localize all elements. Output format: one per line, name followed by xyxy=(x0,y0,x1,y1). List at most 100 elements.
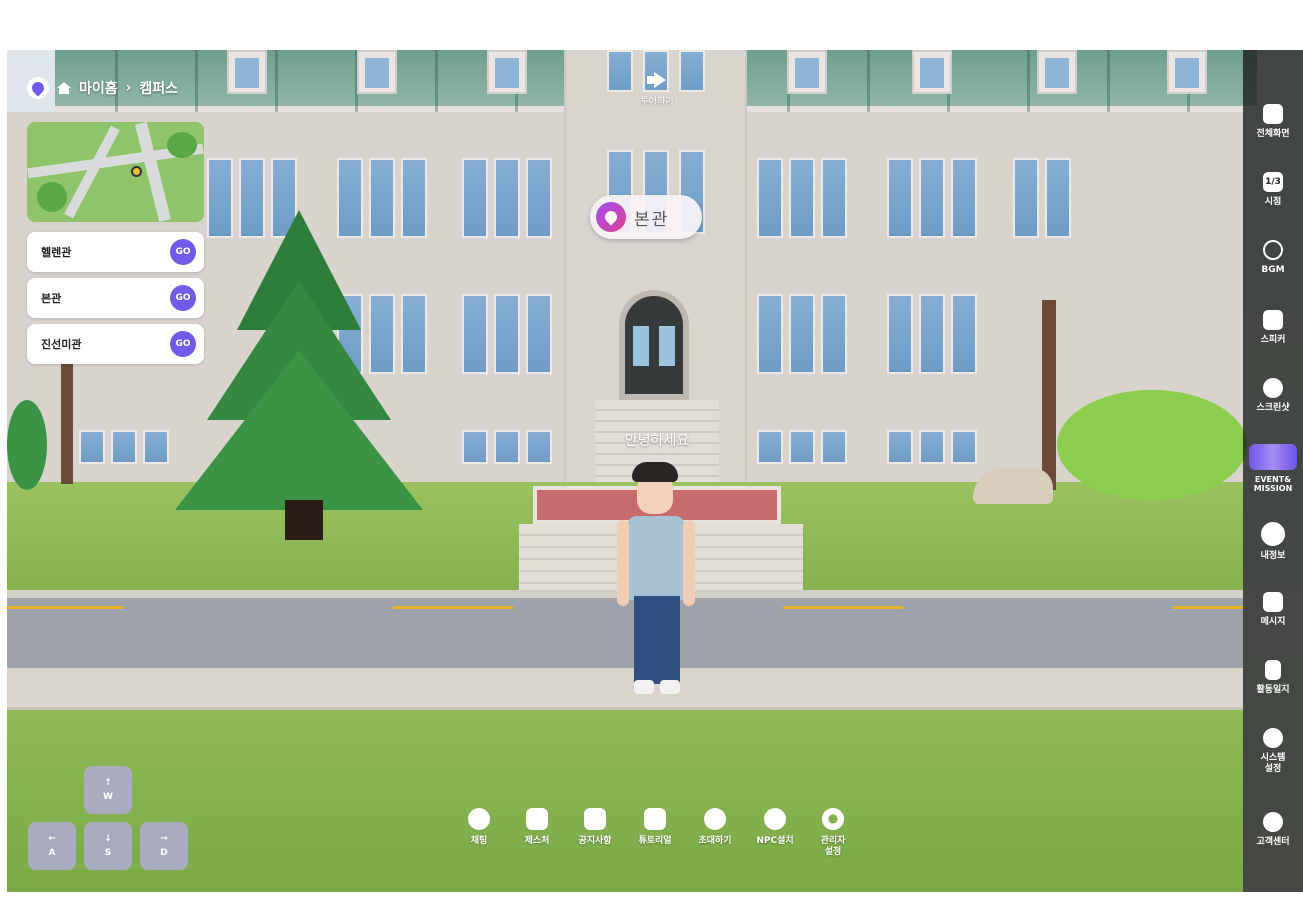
location-pin-icon[interactable] xyxy=(27,77,49,99)
admin-settings-button[interactable]: 관리자 설정 xyxy=(803,808,863,858)
speaker-button[interactable]: 스피커 xyxy=(1243,310,1303,346)
gesture-button[interactable]: 제스처 xyxy=(507,808,567,847)
window xyxy=(494,158,520,238)
road-line xyxy=(783,606,903,609)
customer-center-label: 고객센터 xyxy=(1256,837,1290,847)
go-item-label: 헬렌관 xyxy=(41,246,72,259)
chat-button[interactable]: 채팅 xyxy=(449,808,509,847)
home-icon[interactable] xyxy=(57,82,71,94)
window xyxy=(789,294,815,374)
message-button[interactable]: 메시지 xyxy=(1243,592,1303,628)
key-s[interactable]: ↓ S xyxy=(84,822,132,870)
window xyxy=(789,158,815,238)
key-d[interactable]: → D xyxy=(140,822,188,870)
tree-trunk xyxy=(1042,300,1056,490)
admin-settings-label: 관리자 설정 xyxy=(820,836,846,857)
window xyxy=(887,294,913,374)
window xyxy=(462,430,488,464)
window xyxy=(207,158,233,238)
tutorial-button[interactable]: 튜토리얼 xyxy=(625,808,685,847)
go-button[interactable]: GO xyxy=(170,285,196,311)
invite-icon xyxy=(704,808,726,830)
go-button[interactable]: GO xyxy=(170,331,196,357)
arrow-right-icon: → xyxy=(160,834,168,844)
window xyxy=(462,294,488,374)
go-item-jinseonmi[interactable]: 진선미관 GO xyxy=(27,324,204,364)
arrow-up-icon: ↑ xyxy=(104,778,112,788)
key-label: D xyxy=(160,848,168,858)
bush xyxy=(1057,390,1247,500)
gear-icon xyxy=(1263,728,1283,748)
window xyxy=(757,158,783,238)
activity-log-label: 활동일지 xyxy=(1256,685,1290,695)
dormer xyxy=(912,50,952,94)
avatar-jeans xyxy=(634,596,680,684)
minimap[interactable] xyxy=(27,122,204,222)
rock xyxy=(973,468,1053,504)
right-side-panel: 전체화면 1/3 시점 BGM 스피커 스크린샷 EVENT& MISSION … xyxy=(1243,50,1303,892)
event-mission-button[interactable]: EVENT& MISSION xyxy=(1243,444,1303,493)
npc-install-button[interactable]: NPC설치 xyxy=(745,808,805,847)
gesture-label: 제스처 xyxy=(524,836,550,846)
window xyxy=(526,294,552,374)
system-settings-button[interactable]: 시스템 설정 xyxy=(1243,728,1303,775)
window xyxy=(887,430,913,464)
go-item-helen[interactable]: 헬렌관 GO xyxy=(27,232,204,272)
key-a[interactable]: ← A xyxy=(28,822,76,870)
window xyxy=(111,430,137,464)
avatar-shoe xyxy=(634,680,654,694)
message-icon xyxy=(1263,592,1283,612)
avatar-arm xyxy=(683,520,695,606)
customer-center-button[interactable]: 고객센터 xyxy=(1243,812,1303,848)
notice-button[interactable]: 공지사항 xyxy=(565,808,625,847)
arrow-left-icon: ← xyxy=(48,834,56,844)
key-w[interactable]: ↑ W xyxy=(84,766,132,814)
player-position-marker xyxy=(131,166,142,177)
window xyxy=(1013,158,1039,238)
game-viewport[interactable]: 투어하기 본관 안녕하세요 마이홈 › 캠퍼스 헬렌관 GO 본관 GO 진선미… xyxy=(7,50,1303,892)
road-line xyxy=(1173,606,1243,609)
fullscreen-button[interactable]: 전체화면 xyxy=(1243,104,1303,140)
activity-log-icon xyxy=(1265,660,1281,680)
invite-button[interactable]: 초대하기 xyxy=(685,808,745,847)
go-item-main-hall[interactable]: 본관 GO xyxy=(27,278,204,318)
window xyxy=(821,158,847,238)
avatar-shirt xyxy=(627,516,685,600)
customer-center-icon xyxy=(1263,812,1283,832)
profile-button[interactable]: 내정보 xyxy=(1243,522,1303,562)
camera-view-button[interactable]: 1/3 시점 xyxy=(1243,172,1303,208)
window xyxy=(462,158,488,238)
avatar-hair xyxy=(632,462,678,482)
window xyxy=(401,158,427,238)
window xyxy=(919,158,945,238)
window xyxy=(369,158,395,238)
pine-tree xyxy=(175,350,423,510)
breadcrumb: 마이홈 › 캠퍼스 xyxy=(27,76,178,100)
entrance-door xyxy=(619,290,689,400)
npc-install-icon xyxy=(764,808,786,830)
go-button[interactable]: GO xyxy=(170,239,196,265)
window xyxy=(1045,158,1071,238)
activity-log-button[interactable]: 활동일지 xyxy=(1243,660,1303,696)
window xyxy=(757,294,783,374)
tutorial-label: 튜토리얼 xyxy=(638,836,672,846)
npc-install-label: NPC설치 xyxy=(756,836,794,846)
screenshot-button[interactable]: 스크린샷 xyxy=(1243,378,1303,414)
tour-button[interactable]: 투어하기 xyxy=(627,72,687,107)
screenshot-icon xyxy=(1263,378,1283,398)
breadcrumb-home[interactable]: 마이홈 xyxy=(79,78,118,98)
location-pin-icon xyxy=(596,202,626,232)
window xyxy=(951,158,977,238)
screenshot-label: 스크린샷 xyxy=(1256,403,1290,413)
chat-label: 채팅 xyxy=(470,836,488,846)
chat-icon xyxy=(468,808,490,830)
window xyxy=(821,430,847,464)
music-off-icon xyxy=(1263,240,1283,260)
key-label: W xyxy=(103,792,113,802)
window xyxy=(821,294,847,374)
go-item-label: 진선미관 xyxy=(41,338,82,351)
message-label: 메시지 xyxy=(1260,617,1286,627)
speaker-label: 스피커 xyxy=(1260,335,1286,345)
bgm-button[interactable]: BGM xyxy=(1243,240,1303,276)
system-settings-label: 시스템 설정 xyxy=(1260,753,1286,774)
